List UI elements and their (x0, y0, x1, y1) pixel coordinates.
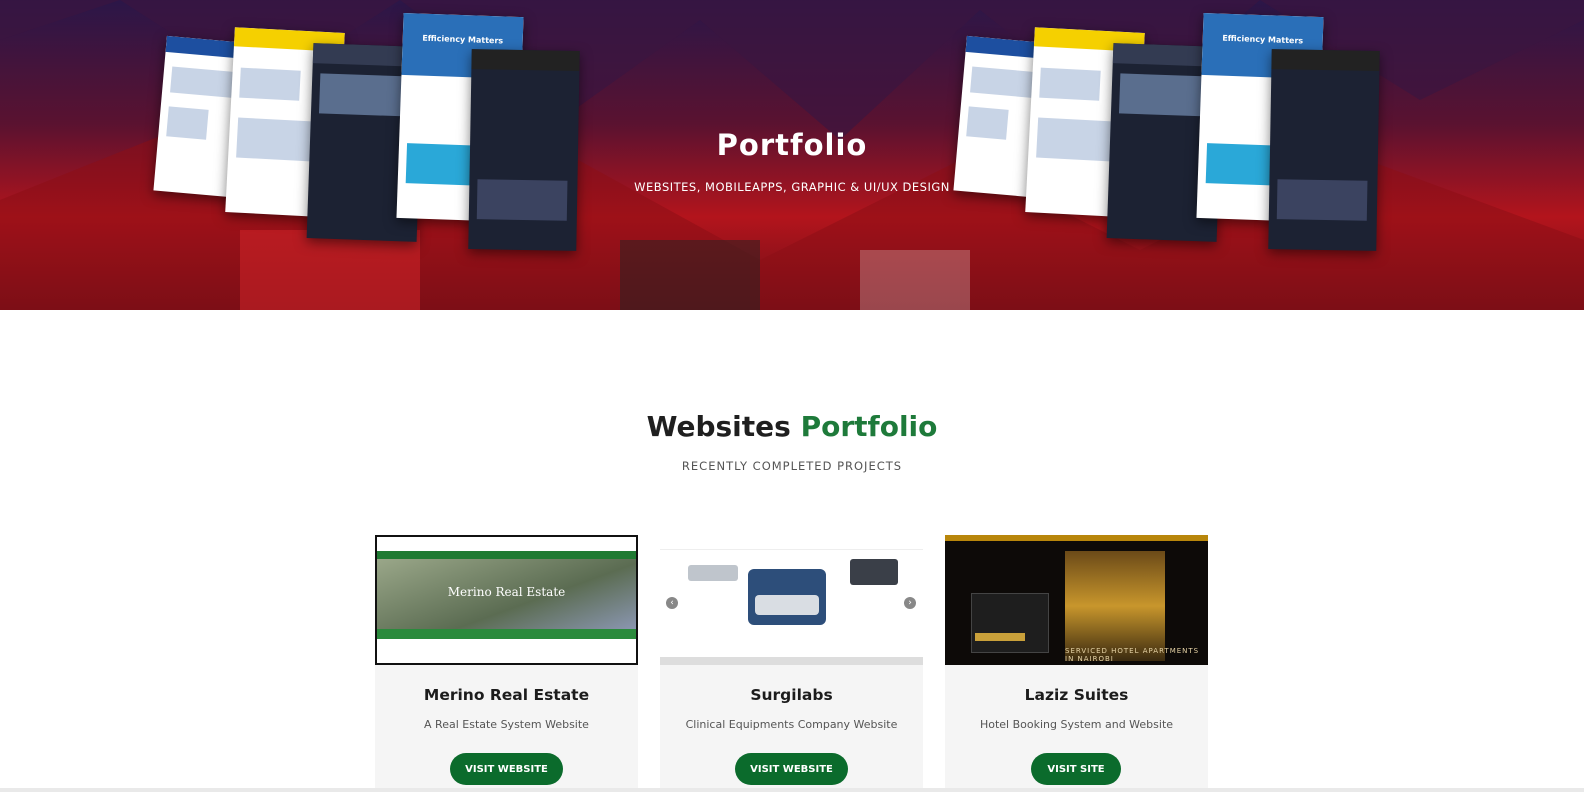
hero-title: Portfolio (716, 128, 868, 162)
card-description: Hotel Booking System and Website (979, 718, 1174, 731)
card-title: Merino Real Estate (423, 686, 590, 704)
carousel-prev-icon[interactable]: ‹ (666, 597, 678, 609)
visit-website-button[interactable]: VISIT WEBSITE (735, 753, 848, 785)
portfolio-card: Merino Real Estate Merino Real Estate A … (375, 535, 638, 792)
carousel-next-icon[interactable]: › (904, 597, 916, 609)
hero-banner: Efficiency Matters Efficiency Matters Po… (0, 0, 1584, 310)
section-subtitle: RECENTLY COMPLETED PROJECTS (681, 459, 903, 473)
card-description: A Real Estate System Website (424, 718, 589, 731)
thumb-caption: Merino Real Estate (447, 585, 566, 599)
thumb-caption: SERVICED HOTEL APARTMENTS IN NAIROBI (1065, 647, 1200, 663)
project-thumbnail[interactable]: ‹ › (660, 535, 923, 665)
page-footer-edge (0, 788, 1584, 792)
card-title: Surgilabs (750, 686, 833, 704)
project-thumbnail[interactable]: SERVICED HOTEL APARTMENTS IN NAIROBI (945, 535, 1208, 665)
section-title-main: Websites (646, 410, 791, 443)
visit-website-button[interactable]: VISIT WEBSITE (450, 753, 563, 785)
visit-site-button[interactable]: VISIT SITE (1031, 753, 1121, 785)
section-title-accent: Portfolio (800, 410, 938, 443)
project-thumbnail[interactable]: Merino Real Estate (375, 535, 638, 665)
portfolio-card: SERVICED HOTEL APARTMENTS IN NAIROBI Laz… (945, 535, 1208, 792)
portfolio-card: ‹ › Surgilabs Clinical Equipments Compan… (660, 535, 923, 792)
section-title: Websites Portfolio (0, 410, 1584, 443)
card-title: Laziz Suites (1024, 686, 1129, 704)
card-description: Clinical Equipments Company Website (685, 718, 898, 731)
hero-subtitle: WEBSITES, MOBILEAPPS, GRAPHIC & UI/UX DE… (634, 180, 950, 194)
